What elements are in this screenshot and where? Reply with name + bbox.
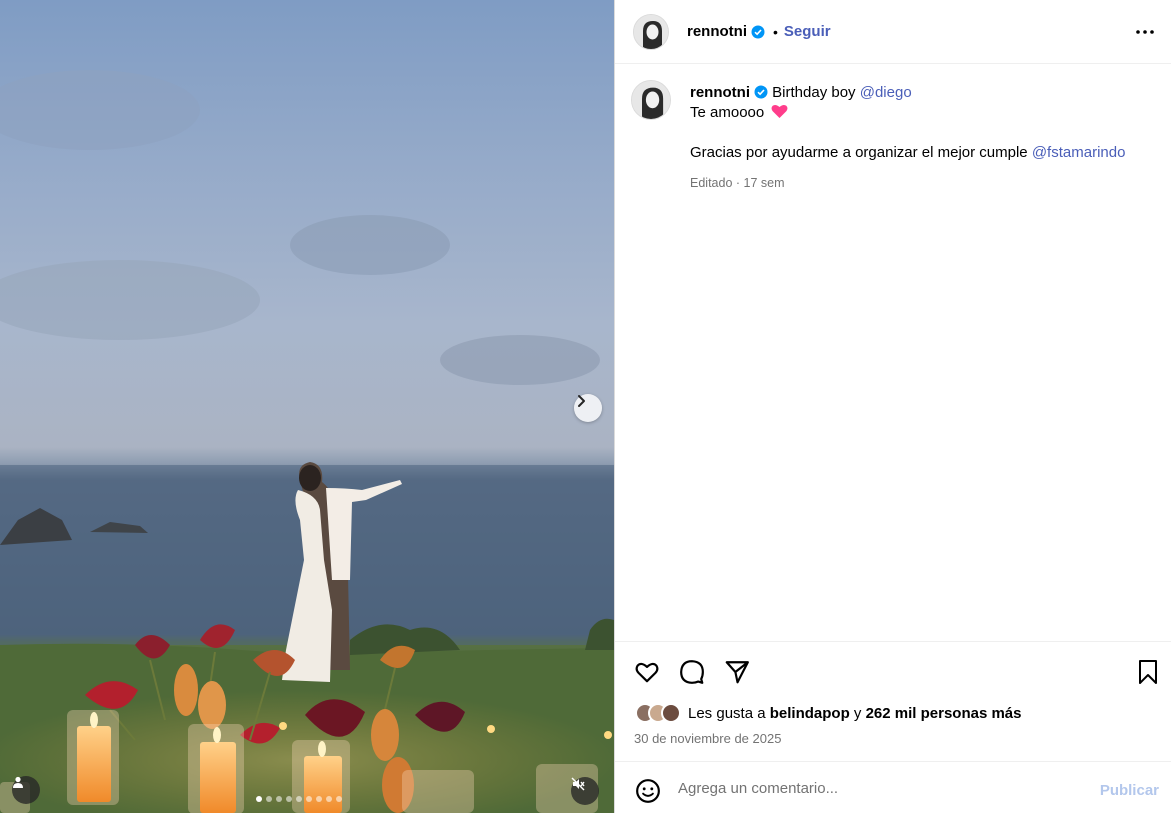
volume-muted-icon — [571, 777, 585, 791]
verified-badge-icon — [754, 85, 768, 99]
mention-link[interactable]: @fstamarindo — [1032, 144, 1126, 161]
carousel-next-button[interactable] — [574, 394, 602, 422]
user-tag-icon — [13, 776, 23, 788]
comment-bar: Publicar — [615, 761, 1171, 813]
emoji-icon[interactable] — [635, 778, 661, 804]
actions-bar — [615, 641, 1171, 701]
mute-button[interactable] — [571, 777, 599, 805]
separator-dot: • — [773, 23, 778, 40]
caption-body: rennotni Birthday boy @diego Te amoooo G… — [690, 83, 1160, 193]
liker-avatars — [635, 703, 681, 723]
tagged-users-button[interactable] — [12, 776, 40, 804]
author-username[interactable]: rennotni — [687, 23, 747, 40]
verified-badge-icon — [751, 25, 765, 38]
likes-count-link[interactable]: 262 mil personas más — [866, 705, 1022, 722]
caption-text-prefix: Birthday boy — [772, 84, 856, 101]
likes-prefix: Les gusta a — [688, 704, 766, 722]
caption-meta: Editado · 17 sem — [690, 173, 1160, 193]
avatar-image — [632, 81, 670, 119]
edited-label: Editado — [690, 176, 733, 190]
mention-link[interactable]: @diego — [860, 84, 912, 101]
carousel-dot — [276, 796, 282, 802]
publish-button[interactable]: Publicar — [1100, 782, 1159, 799]
post-media[interactable] — [0, 0, 614, 813]
more-horizontal-icon[interactable] — [1135, 22, 1155, 42]
share-icon[interactable] — [724, 659, 750, 685]
post-age[interactable]: 17 sem — [744, 176, 785, 190]
post-panel: rennotni • Seguir rennotni Birthday boy … — [614, 0, 1171, 813]
carousel-dot — [256, 796, 262, 802]
liker-avatar[interactable] — [661, 703, 681, 723]
likes-summary: Les gusta a belindapop y 262 mil persona… — [635, 703, 1022, 723]
carousel-indicator — [256, 796, 342, 802]
carousel-dot — [306, 796, 312, 802]
caption-author-avatar[interactable] — [631, 80, 671, 120]
heart-icon[interactable] — [634, 659, 660, 685]
caption-line-3: Gracias por ayudarme a organizar el mejo… — [690, 143, 1160, 163]
meta-dot: · — [735, 176, 741, 190]
carousel-dot — [266, 796, 272, 802]
liker-username[interactable]: belindapop — [770, 705, 850, 722]
post-header: rennotni • Seguir — [615, 0, 1171, 64]
avatar-image — [634, 14, 668, 49]
likes-conjunction: y — [853, 704, 862, 722]
carousel-dot — [336, 796, 342, 802]
comment-input[interactable] — [678, 780, 1078, 797]
post-photo — [0, 70, 614, 813]
post-date[interactable]: 30 de noviembre de 2025 — [634, 731, 781, 746]
caption-author-username[interactable]: rennotni — [690, 84, 750, 101]
caption-text: Te amoooo — [690, 104, 765, 121]
caption-text: Gracias por ayudarme a organizar el mejo… — [690, 144, 1028, 161]
carousel-dot — [286, 796, 292, 802]
caption-line-2: Te amoooo — [690, 103, 1160, 123]
author-avatar[interactable] — [633, 13, 669, 50]
carousel-dot — [296, 796, 302, 802]
bookmark-icon[interactable] — [1136, 659, 1160, 685]
chevron-right-icon — [578, 395, 585, 407]
carousel-dot — [316, 796, 322, 802]
follow-button[interactable]: Seguir — [784, 23, 831, 40]
comment-icon[interactable] — [679, 659, 705, 685]
pink-heart-emoji — [771, 104, 788, 118]
carousel-dot — [326, 796, 332, 802]
caption-line-1: rennotni Birthday boy @diego — [690, 83, 1160, 103]
